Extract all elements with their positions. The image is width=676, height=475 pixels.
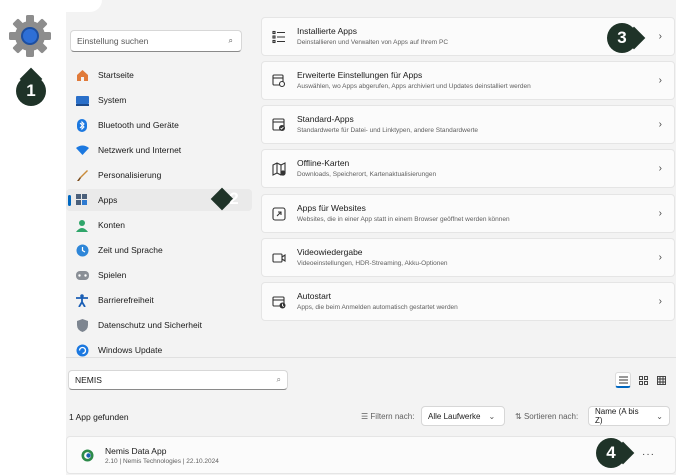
web-app-icon — [272, 207, 286, 221]
card-standard-apps[interactable]: Standard-Apps Standardwerte für Datei- u… — [261, 105, 675, 144]
step-badge-1: 1 — [16, 76, 46, 106]
sidebar-item-label: Startseite — [98, 70, 134, 80]
card-subtitle: Apps, die beim Anmelden automatisch gest… — [297, 304, 458, 311]
card-videowiedergabe[interactable]: Videowiedergabe Videoeinstellungen, HDR-… — [261, 238, 675, 277]
card-title: Offline-Karten — [297, 158, 350, 168]
app-search-input[interactable]: NEMIS ⌕ — [68, 370, 288, 390]
home-icon — [75, 68, 89, 82]
card-title: Autostart — [297, 291, 332, 301]
filter-label: ☰ Filtern nach: — [361, 412, 415, 421]
chevron-right-icon: › — [658, 163, 662, 174]
card-offline-karten[interactable]: Offline-Karten Downloads, Speicherort, K… — [261, 149, 675, 188]
list-view-icon — [618, 376, 628, 383]
sidebar-item-label: Netzwerk und Internet — [98, 145, 182, 155]
sidebar-item-personalisierung[interactable]: Personalisierung — [66, 164, 252, 186]
filter-icon: ☰ — [361, 412, 371, 421]
network-icon — [75, 143, 89, 157]
result-count: 1 App gefunden — [69, 412, 129, 422]
chevron-right-icon: › — [658, 252, 662, 263]
sidebar-item-label: Zeit und Sprache — [98, 245, 163, 255]
sidebar-item-network[interactable]: Netzwerk und Internet — [66, 139, 252, 161]
sidebar-item-label: Barrierefreiheit — [98, 295, 154, 305]
chevron-right-icon: › — [658, 208, 662, 219]
grid-view-button[interactable] — [635, 372, 651, 388]
chevron-right-icon: › — [658, 75, 662, 86]
app-settings-icon — [272, 74, 286, 88]
chevron-right-icon: › — [658, 119, 662, 130]
card-title: Erweiterte Einstellungen für Apps — [297, 70, 423, 80]
sidebar-item-bluetooth[interactable]: Bluetooth und Geräte — [66, 114, 252, 136]
filter-dropdown[interactable]: Alle Laufwerke ⌄ — [421, 406, 505, 426]
step-badge-3: 3 — [607, 23, 637, 53]
sort-label: ⇅ Sortieren nach: — [515, 412, 579, 421]
app-logo-icon — [81, 449, 94, 462]
sidebar-item-konten[interactable]: Konten — [66, 214, 252, 236]
settings-search-input[interactable]: Einstellung suchen ⌕ — [70, 30, 242, 52]
chevron-down-icon: ⌄ — [656, 411, 663, 421]
globe-clock-icon — [75, 243, 89, 257]
card-apps-fuer-websites[interactable]: Apps für Websites Websites, die in einer… — [261, 194, 675, 233]
search-icon: ⌕ — [276, 375, 281, 384]
search-icon: ⌕ — [228, 36, 233, 45]
sidebar-item-spielen[interactable]: Spielen — [66, 264, 252, 286]
grid-view-icon — [638, 375, 648, 385]
shield-icon — [75, 318, 89, 332]
sidebar-item-label: Windows Update — [98, 345, 163, 355]
step-badge-4: 4 — [596, 438, 626, 468]
chevron-right-icon: › — [658, 296, 662, 307]
sidebar-item-label: Spielen — [98, 270, 127, 280]
list-icon — [272, 30, 285, 44]
card-title: Videowiedergabe — [297, 247, 363, 257]
default-apps-icon — [272, 118, 285, 131]
gamepad-icon — [75, 268, 89, 282]
map-icon — [272, 162, 286, 176]
sidebar-item-label: System — [98, 95, 127, 105]
sidebar-item-label: Konten — [98, 220, 125, 230]
chevron-down-icon: ⌄ — [488, 411, 496, 421]
card-title: Installierte Apps — [297, 26, 358, 36]
card-subtitle: Auswählen, wo Apps abgerufen, Apps archi… — [297, 83, 531, 90]
sidebar-item-datenschutz[interactable]: Datenschutz und Sicherheit — [66, 314, 252, 336]
app-name: Nemis Data App — [105, 446, 167, 456]
accessibility-icon — [75, 293, 89, 307]
card-erweiterte-einstellungen[interactable]: Erweiterte Einstellungen für Apps Auswäh… — [261, 61, 675, 100]
sidebar-item-startseite[interactable]: Startseite — [66, 64, 252, 86]
sort-icon: ⇅ — [515, 412, 524, 421]
card-title: Apps für Websites — [297, 203, 366, 213]
user-icon — [75, 218, 89, 232]
tile-view-icon — [656, 375, 666, 385]
card-title: Standard-Apps — [297, 114, 354, 124]
card-subtitle: Downloads, Speicherort, Kartenaktualisie… — [297, 171, 437, 178]
chevron-right-icon: › — [658, 31, 662, 42]
app-meta: 2.10 | Nemis Technologies | 22.10.2024 — [105, 458, 219, 465]
card-subtitle: Websites, die in einer App statt in eine… — [297, 216, 510, 223]
bluetooth-icon — [75, 118, 89, 132]
tile-view-button[interactable] — [653, 372, 669, 388]
more-options-button[interactable]: ··· — [642, 449, 655, 460]
sort-dropdown[interactable]: Name (A bis Z) ⌄ — [588, 406, 670, 426]
monitor-icon — [75, 93, 89, 107]
sidebar-item-label: Datenschutz und Sicherheit — [98, 320, 202, 330]
card-subtitle: Deinstallieren und Verwalten von Apps au… — [297, 39, 449, 46]
apps-icon — [75, 193, 89, 207]
sidebar-item-label: Apps — [98, 195, 118, 205]
video-icon — [272, 253, 286, 263]
list-view-button[interactable] — [615, 372, 631, 388]
sidebar-item-zeit-sprache[interactable]: Zeit und Sprache — [66, 239, 252, 261]
card-subtitle: Standardwerte für Datei- und Linktypen, … — [297, 127, 479, 134]
sidebar-item-label: Personalisierung — [98, 170, 162, 180]
brush-icon — [75, 168, 89, 182]
card-autostart[interactable]: Autostart Apps, die beim Anmelden automa… — [261, 282, 675, 321]
sidebar-item-label: Bluetooth und Geräte — [98, 120, 179, 130]
sidebar-item-system[interactable]: System — [66, 89, 252, 111]
update-icon — [75, 343, 89, 357]
startup-icon — [272, 296, 286, 309]
card-subtitle: Videoeinstellungen, HDR-Streaming, Akku-… — [297, 260, 448, 267]
settings-gear-icon — [9, 15, 51, 57]
sidebar-item-barrierefreiheit[interactable]: Barrierefreiheit — [66, 289, 252, 311]
